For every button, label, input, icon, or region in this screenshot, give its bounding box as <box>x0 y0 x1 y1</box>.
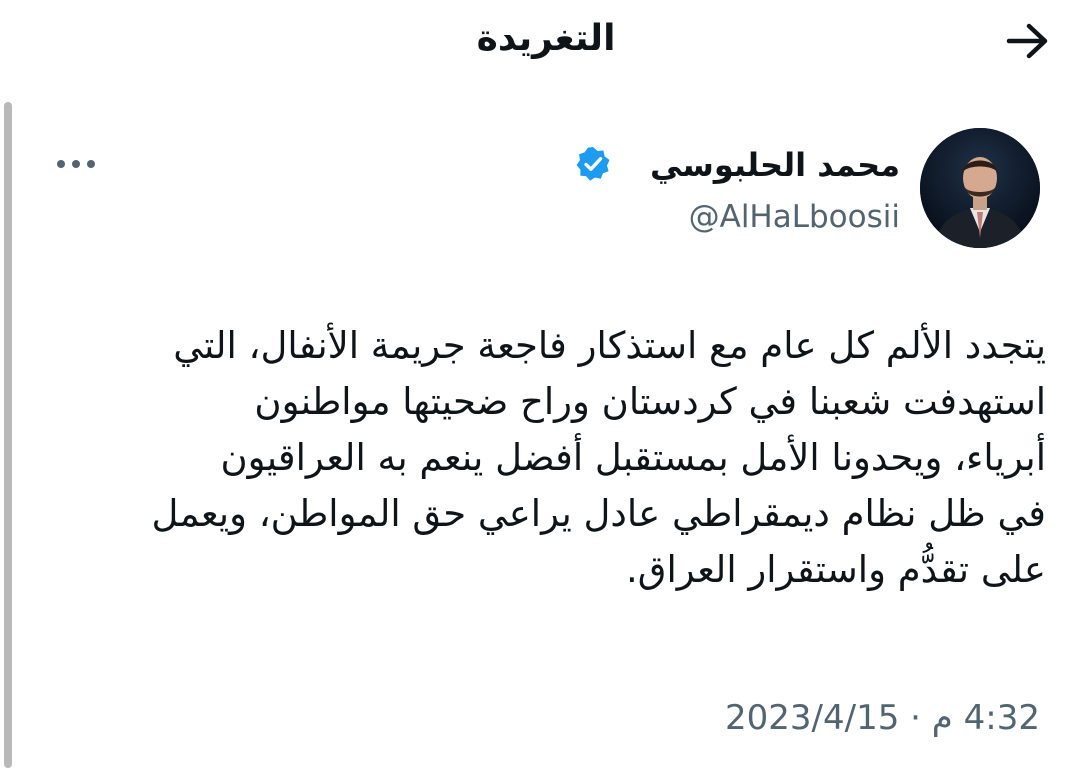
back-button[interactable] <box>998 14 1058 68</box>
more-button[interactable] <box>52 152 100 176</box>
tweet-text-line: في ظل نظام ديمقراطي عادل يراعي حق المواط… <box>151 492 1046 535</box>
verified-badge-icon <box>576 147 610 181</box>
profile-photo <box>920 128 1040 248</box>
author-handle[interactable]: @AlHaLboosii <box>520 196 900 238</box>
tweet-text-line: استهدفت شعبنا في كردستان وراح ضحيتها موا… <box>254 380 1046 423</box>
tweet-text-line: يتجدد الألم كل عام مع استذكار فاجعة جريم… <box>173 324 1046 367</box>
avatar[interactable] <box>920 128 1040 248</box>
more-horizontal-icon <box>57 160 95 168</box>
scroll-indicator <box>4 102 12 768</box>
page-title: التغريدة <box>476 18 616 59</box>
arrow-right-icon <box>1006 23 1048 59</box>
tweet-text: يتجدد الألم كل عام مع استذكار فاجعة جريم… <box>50 318 1046 598</box>
tweet-text-line: أبرياء، ويحدونا الأمل بمستقبل أفضل ينعم … <box>220 436 1046 479</box>
tweet-timestamp[interactable]: 4:32 م · 2023/4/15 <box>540 694 1040 742</box>
tweet-text-line: على تقدُّم واستقرار العراق. <box>626 548 1046 591</box>
top-bar: التغريدة <box>0 0 1092 86</box>
